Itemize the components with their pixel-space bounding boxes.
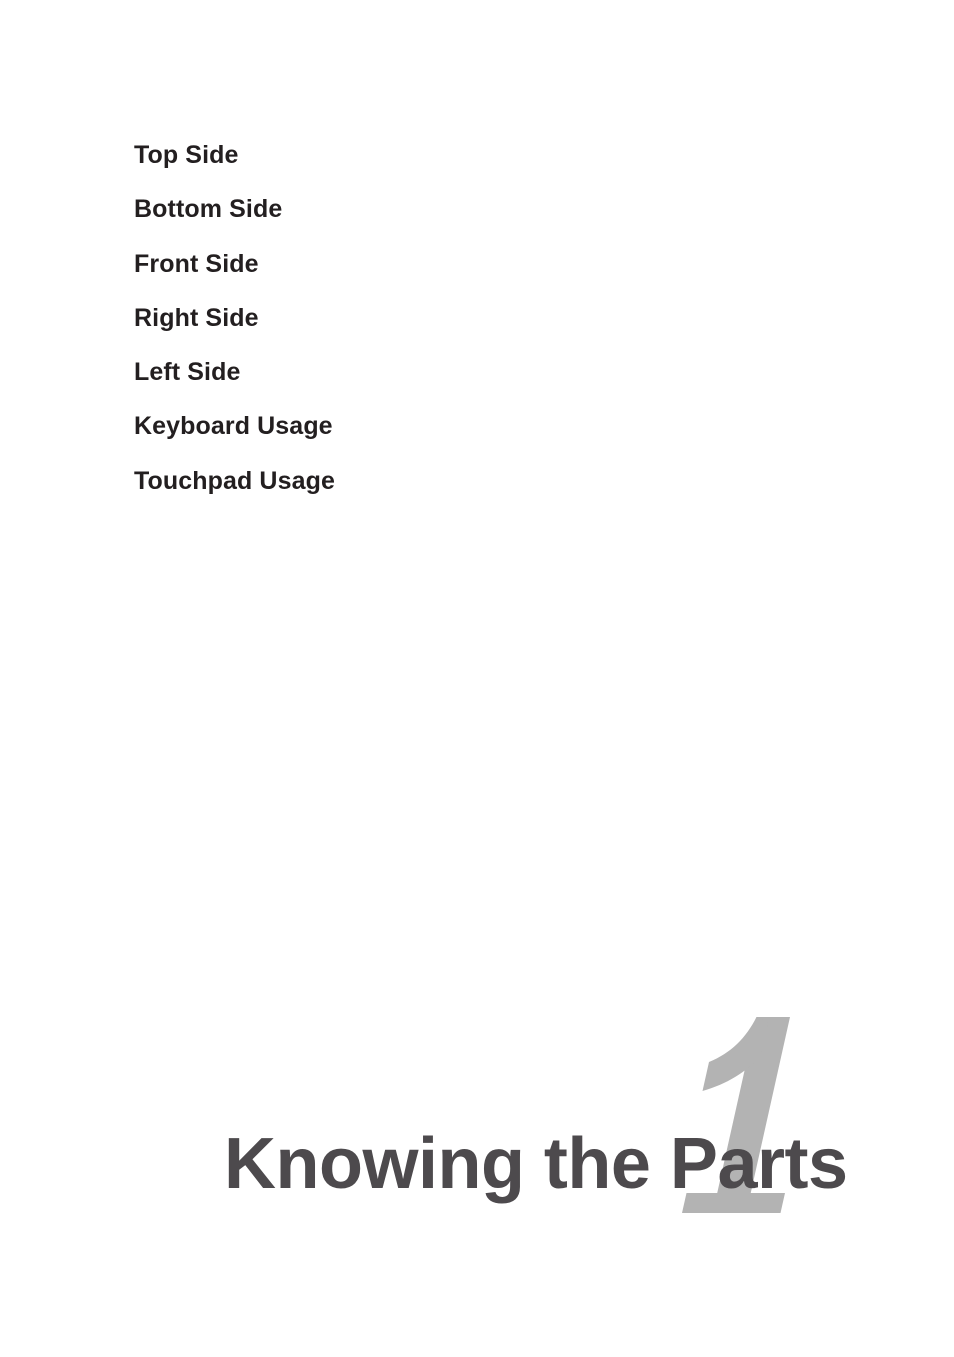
chapter-title: Knowing the Parts — [224, 1124, 848, 1204]
contents-item-touchpad-usage: Touchpad Usage — [134, 466, 335, 495]
contents-item-right-side: Right Side — [134, 303, 259, 332]
chapter-divider-page: Top Side Bottom Side Front Side Right Si… — [0, 0, 954, 1357]
contents-item-top-side: Top Side — [134, 141, 239, 169]
contents-item-bottom-side: Bottom Side — [134, 195, 283, 224]
contents-item-left-side: Left Side — [134, 358, 241, 387]
contents-item-keyboard-usage: Keyboard Usage — [134, 412, 333, 441]
chapter-contents-list: Top Side Bottom Side Front Side Right Si… — [134, 128, 335, 508]
contents-item-front-side: Front Side — [134, 249, 259, 278]
chapter-number-graphic — [672, 1012, 802, 1222]
